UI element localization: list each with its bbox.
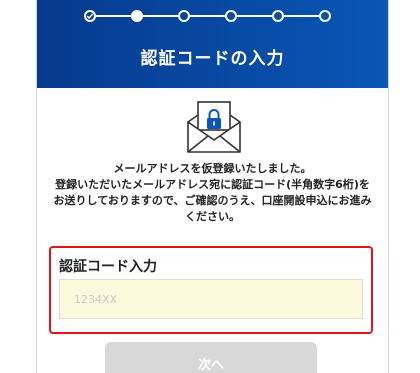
step-5 (272, 10, 284, 22)
step-connector (143, 15, 178, 17)
verification-code-input[interactable] (59, 279, 363, 319)
message-line: 登録いただいたメールアドレス宛に認証コード(半角数字6桁)を (55, 178, 370, 191)
step-2-current (131, 10, 143, 22)
page-title: 認証コードの入力 (140, 49, 285, 69)
step-3 (178, 10, 190, 22)
step-connector (190, 15, 225, 17)
step-1-complete (84, 10, 96, 22)
confirmation-message: メールアドレスを仮登録いたしました。 登録いただいたメールアドレス宛に認証コード… (49, 161, 376, 225)
message-line: メールアドレスを仮登録いたしました。 (113, 162, 312, 175)
progress-stepper (37, 0, 388, 34)
verification-code-section: 認証コード入力 (49, 246, 373, 334)
message-line: お送りしておりますので、ご確認のうえ、口座開設申込にお進み (53, 194, 372, 207)
step-6 (319, 10, 331, 22)
message-line: ください。 (185, 210, 240, 223)
envelope-lock-icon (187, 101, 241, 153)
next-button[interactable]: 次へ (105, 342, 317, 373)
step-4 (225, 10, 237, 22)
app-screen: 認証コードの入力 メールアドレスを仮登録いたしました。 登録いただいたメールアド… (36, 0, 389, 373)
check-icon (86, 13, 94, 20)
page-header: 認証コードの入力 (37, 0, 388, 88)
code-input-label: 認証コード入力 (59, 259, 157, 275)
step-connector (284, 15, 319, 17)
step-connector (96, 15, 131, 17)
step-connector (237, 15, 272, 17)
